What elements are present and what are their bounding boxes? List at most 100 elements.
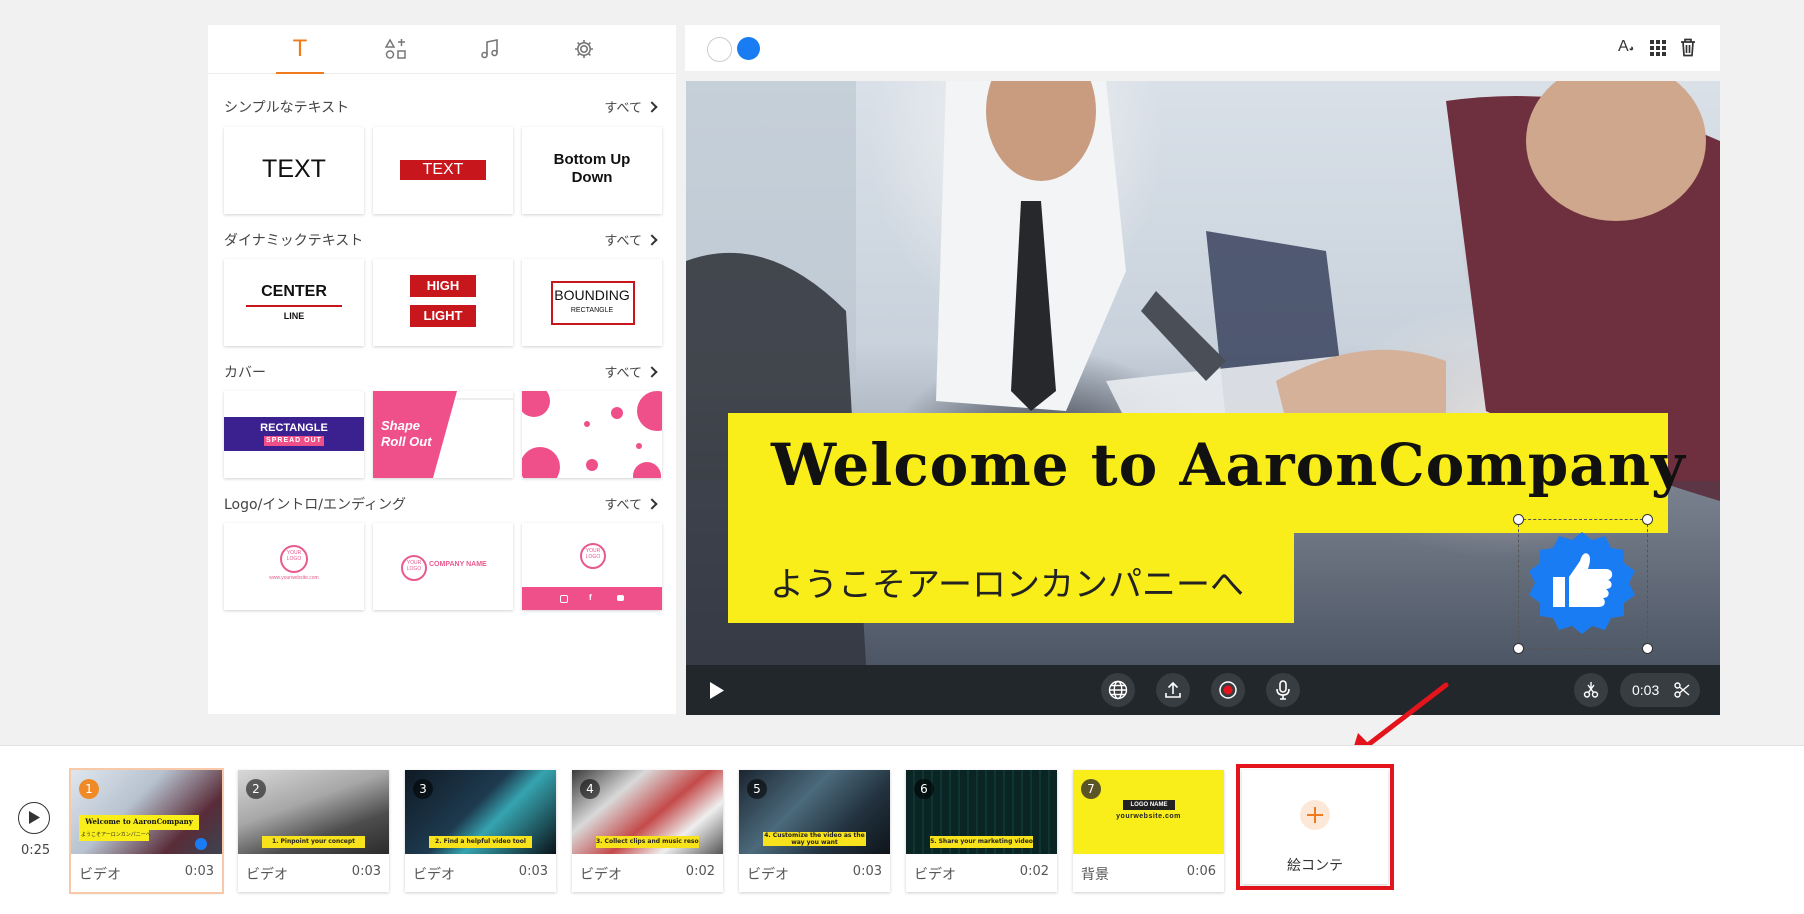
text-template-center-line[interactable]: CENTER LINE xyxy=(224,259,364,346)
scene-number: 2 xyxy=(246,779,266,799)
subtitle-text[interactable]: ようこそアーロンカンパニーへ xyxy=(770,557,1244,606)
instagram-icon xyxy=(560,595,568,603)
scene-card-7[interactable]: LOGO NAME yourwebsite.com 7 背景 0:06 xyxy=(1073,770,1224,892)
scene-caption: 1. Pinpoint your concept xyxy=(262,836,365,848)
grid-icon[interactable] xyxy=(1650,40,1666,56)
tab-text[interactable]: T xyxy=(272,25,328,74)
section-cover: カバー すべて xyxy=(224,360,660,382)
scene-caption: Welcome to AaronCompany xyxy=(85,817,193,826)
color-swatch-white[interactable] xyxy=(707,37,732,62)
scene-type: ビデオ xyxy=(914,867,956,883)
scene-subcaption: yourwebsite.com xyxy=(1116,813,1181,820)
thumbs-up-badge-icon xyxy=(195,838,207,850)
thumbs-up-badge-icon[interactable] xyxy=(1520,521,1644,645)
scene-card-2[interactable]: 1. Pinpoint your concept 2 ビデオ 0:03 xyxy=(238,770,389,892)
record-icon xyxy=(1219,681,1237,699)
add-storyboard-label: 絵コンテ xyxy=(1287,858,1343,874)
play-icon[interactable] xyxy=(710,682,724,699)
scene-number: 1 xyxy=(79,779,99,799)
scene-card-6[interactable]: 5. Share your marketing video 6 ビデオ 0:02 xyxy=(906,770,1057,892)
scene-type: ビデオ xyxy=(79,867,121,883)
tab-shapes[interactable] xyxy=(368,25,424,73)
scene-type: ビデオ xyxy=(413,867,455,883)
template-sublabel: SPREAD OUT xyxy=(264,436,324,446)
cover-template-shape-roll[interactable]: Shape Roll Out xyxy=(373,391,513,478)
asset-panel: T シンプルなテキスト すべて TEXT TEXT Bottom Up Down… xyxy=(208,25,676,714)
scene-duration: 0:03 xyxy=(351,864,381,879)
tab-settings[interactable] xyxy=(556,25,612,73)
template-label: TEXT xyxy=(400,160,486,180)
preview-toolbar: A◕ xyxy=(685,25,1720,71)
current-time: 0:03 xyxy=(1632,682,1660,698)
scene-subcaption: ようこそアーロンカンパニーへ xyxy=(81,832,151,838)
timeline-panel: 0:25 Welcome to AaronCompany ようこそアーロンカンパ… xyxy=(0,745,1804,914)
see-all-link[interactable]: すべて xyxy=(604,230,656,249)
section-title: シンプルなテキスト xyxy=(224,100,350,116)
timeline-play-button[interactable] xyxy=(18,802,50,834)
split-button[interactable] xyxy=(1574,673,1608,707)
see-all-link[interactable]: すべて xyxy=(604,362,656,381)
logo-template-circle[interactable]: YOUR LOGO www.yourwebsite.com xyxy=(224,523,364,610)
upload-icon xyxy=(1165,681,1181,698)
text-template-plain[interactable]: TEXT xyxy=(224,127,364,214)
scene-type: 背景 xyxy=(1081,867,1109,883)
voiceover-button[interactable] xyxy=(1266,673,1300,707)
section-dynamic-text: ダイナミックテキスト すべて xyxy=(224,228,660,250)
logo-template-social[interactable]: YOUR LOGO f xyxy=(522,523,662,610)
add-storyboard-button[interactable]: 絵コンテ xyxy=(1242,770,1388,884)
scene-number: 5 xyxy=(747,779,767,799)
language-button[interactable] xyxy=(1101,673,1135,707)
scene-caption: 5. Share your marketing video xyxy=(930,836,1033,848)
scene-caption: LOGO NAME xyxy=(1123,800,1175,810)
text-template-bottom-up[interactable]: Bottom Up Down xyxy=(522,127,662,214)
video-canvas[interactable]: Welcome to AaronCompany ようこそアーロンカンパニーへ xyxy=(686,81,1720,665)
template-sublabel: LIGHT xyxy=(410,305,476,327)
template-sublabel: Roll Out xyxy=(381,434,432,449)
logo-template-company[interactable]: YOUR LOGO COMPANY NAME xyxy=(373,523,513,610)
template-label: YOUR LOGO xyxy=(406,560,422,572)
text-template-highlight[interactable]: HIGH LIGHT xyxy=(373,259,513,346)
scene-type: ビデオ xyxy=(580,867,622,883)
see-all-link[interactable]: すべて xyxy=(604,494,656,513)
template-label: YOUR LOGO xyxy=(585,548,601,560)
template-label: TEXT xyxy=(262,155,326,183)
scene-number: 6 xyxy=(914,779,934,799)
scene-type: ビデオ xyxy=(747,867,789,883)
template-label: HIGH xyxy=(410,275,476,297)
scene-number: 3 xyxy=(413,779,433,799)
trash-icon[interactable] xyxy=(1680,38,1696,57)
see-all-link[interactable]: すべて xyxy=(604,97,656,116)
cover-template-rectangle[interactable]: RECTANGLE SPREAD OUT xyxy=(224,391,364,478)
cover-template-circles[interactable] xyxy=(522,391,662,478)
shapes-icon xyxy=(385,38,406,59)
scene-number: 4 xyxy=(580,779,600,799)
split-icon xyxy=(1583,682,1599,698)
record-button[interactable] xyxy=(1211,673,1245,707)
text-template-red-box[interactable]: TEXT xyxy=(373,127,513,214)
scissors-icon[interactable] xyxy=(1674,682,1690,698)
scene-card-5[interactable]: 4. Customize the video as the way you wa… xyxy=(739,770,890,892)
time-pill[interactable]: 0:03 xyxy=(1620,673,1700,707)
scene-duration: 0:06 xyxy=(1186,864,1216,879)
scene-number: 7 xyxy=(1081,779,1101,799)
social-bar xyxy=(522,587,662,610)
template-sublabel: LINE xyxy=(283,311,305,321)
scene-card-3[interactable]: 2. Find a helpful video tool 3 ビデオ 0:03 xyxy=(405,770,556,892)
upload-button[interactable] xyxy=(1156,673,1190,707)
color-swatch-blue[interactable] xyxy=(737,37,760,60)
scene-caption: 3. Collect clips and music resources xyxy=(596,836,699,848)
template-label: Shape xyxy=(381,418,421,433)
section-title: ダイナミックテキスト xyxy=(224,233,364,249)
text-style-icon[interactable]: A◕ xyxy=(1618,38,1640,58)
title-text[interactable]: Welcome to AaronCompany xyxy=(771,431,1686,499)
scene-duration: 0:03 xyxy=(852,864,882,879)
template-sublabel: www.yourwebsite.com xyxy=(269,575,319,581)
text-template-bounding[interactable]: BOUNDING RECTANGLE xyxy=(522,259,662,346)
template-label: RECTANGLE xyxy=(260,422,328,434)
scene-card-1[interactable]: Welcome to AaronCompany ようこそアーロンカンパニーへ 1… xyxy=(71,770,222,892)
divider-line xyxy=(246,305,342,307)
tab-music[interactable] xyxy=(462,25,518,73)
scene-card-4[interactable]: 3. Collect clips and music resources 4 ビ… xyxy=(572,770,723,892)
scene-type: ビデオ xyxy=(246,867,288,883)
section-simple-text: シンプルなテキスト すべて xyxy=(224,95,660,117)
